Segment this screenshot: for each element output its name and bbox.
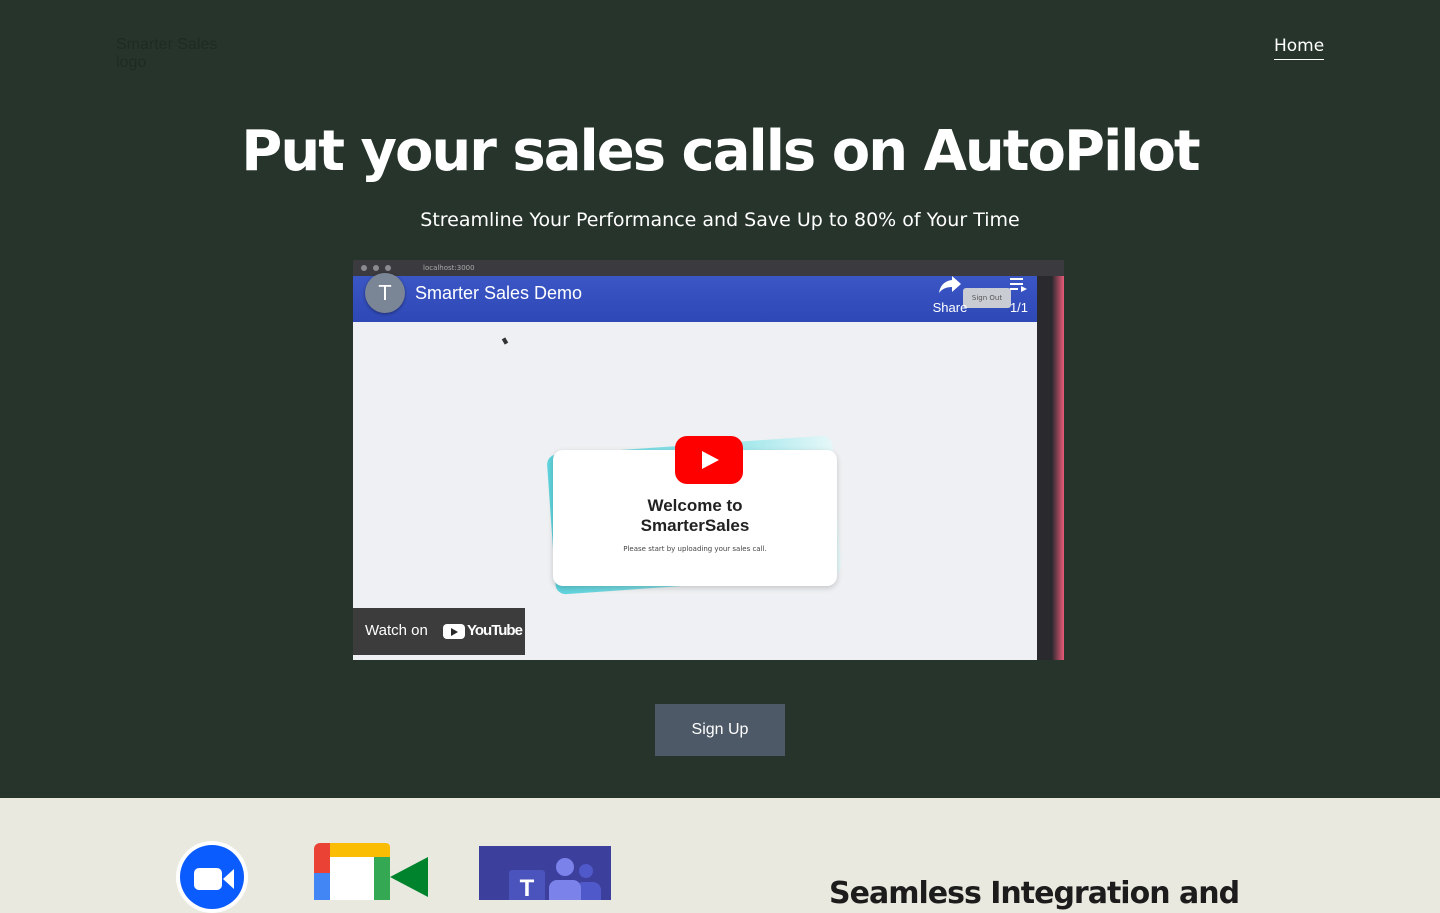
welcome-card-text: Please start by uploading your sales cal… — [623, 545, 767, 553]
video-browser-url: localhost:3000 — [423, 264, 475, 272]
hero-subtitle: Streamline Your Performance and Save Up … — [420, 209, 1020, 231]
youtube-video-embed[interactable]: localhost:3000 Sign Out T Smarter Sales … — [353, 260, 1064, 660]
share-button[interactable]: Share — [928, 274, 972, 316]
hero-section: Smarter Sales logo Home Put your sales c… — [0, 0, 1440, 798]
channel-avatar[interactable]: T — [365, 273, 405, 313]
playlist-icon — [1010, 278, 1027, 292]
watch-on-label: Watch on — [365, 622, 428, 639]
youtube-icon — [443, 624, 465, 639]
share-label: Share — [932, 300, 968, 315]
microsoft-teams-logo-icon: T — [479, 846, 611, 900]
zoom-logo-icon — [176, 841, 248, 913]
watch-on-youtube-button[interactable]: Watch on YouTube — [353, 608, 525, 655]
video-title[interactable]: Smarter Sales Demo — [415, 282, 582, 304]
nav-home-link[interactable]: Home — [1274, 35, 1325, 60]
share-icon — [939, 276, 961, 293]
hero-title: Put your sales calls on AutoPilot — [241, 119, 1200, 184]
google-meet-logo-icon — [314, 843, 428, 900]
playlist-button[interactable]: 1/1 — [1001, 276, 1037, 316]
youtube-wordmark: YouTube — [467, 622, 523, 639]
site-logo[interactable]: Smarter Sales logo — [116, 36, 246, 72]
video-side-strip — [1037, 276, 1064, 660]
integration-heading: Seamless Integration and — [829, 876, 1240, 911]
playlist-count: 1/1 — [1009, 300, 1029, 315]
sign-up-button[interactable]: Sign Up — [655, 704, 785, 756]
welcome-card-title: Welcome to SmarterSales — [640, 496, 750, 535]
play-button-icon[interactable] — [675, 436, 743, 484]
